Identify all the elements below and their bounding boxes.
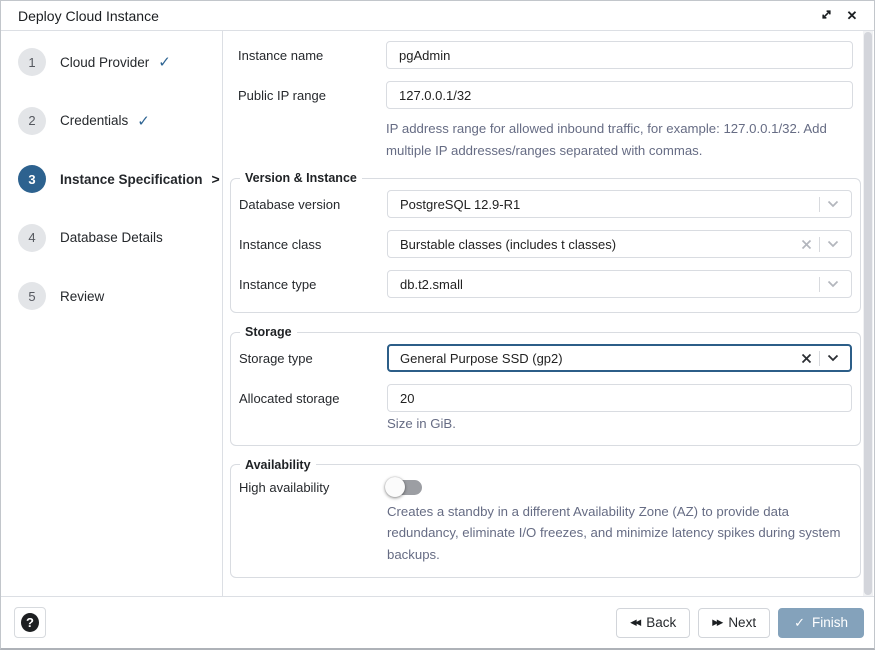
step-label: Database Details	[60, 230, 163, 245]
double-right-arrow-icon: ▶▶	[712, 617, 721, 628]
next-button[interactable]: ▶▶ Next	[698, 608, 770, 638]
deploy-cloud-instance-dialog: Deploy Cloud Instance ✕ 1 Cloud Provider…	[0, 0, 875, 650]
step-number-badge: 5	[18, 282, 46, 310]
allocated-storage-help-text: Size in GiB.	[387, 413, 852, 435]
check-icon: ✓	[137, 112, 150, 130]
toggle-knob	[385, 477, 405, 497]
database-version-value: PostgreSQL 12.9-R1	[400, 197, 804, 212]
step-label: Review	[60, 289, 104, 304]
availability-legend: Availability	[240, 458, 316, 472]
step-database-details[interactable]: 4 Database Details	[1, 209, 222, 268]
check-icon: ✓	[158, 53, 171, 71]
step-credentials[interactable]: 2 Credentials ✓	[1, 92, 222, 151]
step-label: Cloud Provider	[60, 55, 149, 70]
high-availability-help-text: Creates a standby in a different Availab…	[387, 501, 852, 566]
select-adornments	[812, 277, 839, 292]
database-version-select[interactable]: PostgreSQL 12.9-R1	[387, 190, 852, 218]
step-cloud-provider[interactable]: 1 Cloud Provider ✓	[1, 33, 222, 92]
back-button[interactable]: ◀◀ Back	[616, 608, 690, 638]
step-label: Credentials	[60, 113, 128, 128]
version-instance-legend: Version & Instance	[240, 171, 362, 185]
public-ip-range-help-text: IP address range for allowed inbound tra…	[386, 118, 853, 161]
maximize-button[interactable]	[816, 6, 836, 26]
instance-class-select[interactable]: Burstable classes (includes t classes)	[387, 230, 852, 258]
storage-legend: Storage	[240, 325, 297, 339]
step-number-badge: 3	[18, 165, 46, 193]
close-icon: ✕	[847, 8, 858, 24]
instance-name-label: Instance name	[238, 48, 386, 63]
content-scrollbar[interactable]	[863, 31, 873, 598]
clear-icon[interactable]	[801, 353, 812, 364]
instance-type-value: db.t2.small	[400, 277, 804, 292]
divider	[819, 237, 820, 252]
step-number-badge: 2	[18, 107, 46, 135]
chevron-down-icon[interactable]	[827, 240, 839, 248]
help-button[interactable]: ?	[14, 607, 46, 638]
version-instance-fieldset: Version & Instance Database version Post…	[230, 171, 861, 313]
select-adornments	[801, 351, 839, 366]
step-number-badge: 4	[18, 224, 46, 252]
dialog-title: Deploy Cloud Instance	[18, 8, 816, 24]
instance-type-select[interactable]: db.t2.small	[387, 270, 852, 298]
instance-class-label: Instance class	[239, 237, 387, 252]
chevron-down-icon[interactable]	[827, 354, 839, 362]
divider	[819, 197, 820, 212]
high-availability-label: High availability	[239, 480, 387, 495]
dialog-header: Deploy Cloud Instance ✕	[1, 1, 874, 31]
select-adornments	[812, 197, 839, 212]
select-adornments	[801, 237, 839, 252]
finish-button-label: Finish	[812, 615, 848, 630]
instance-type-label: Instance type	[239, 277, 387, 292]
divider	[819, 351, 820, 366]
next-button-label: Next	[728, 615, 756, 630]
close-button[interactable]: ✕	[842, 6, 862, 26]
public-ip-range-label: Public IP range	[238, 88, 386, 103]
allocated-storage-label: Allocated storage	[239, 391, 387, 406]
scrollbar-thumb[interactable]	[864, 32, 872, 595]
step-form-content: Instance name Public IP range IP address…	[223, 31, 874, 598]
storage-type-select[interactable]: General Purpose SSD (gp2)	[387, 344, 852, 372]
help-icon: ?	[21, 613, 39, 632]
check-icon: ✓	[794, 615, 805, 631]
step-number-badge: 1	[18, 48, 46, 76]
step-review[interactable]: 5 Review	[1, 267, 222, 326]
storage-type-value: General Purpose SSD (gp2)	[400, 351, 793, 366]
finish-button[interactable]: ✓ Finish	[778, 608, 864, 638]
dialog-footer: ? ◀◀ Back ▶▶ Next ✓ Finish	[1, 596, 874, 648]
wizard-sidebar: 1 Cloud Provider ✓ 2 Credentials ✓ 3 Ins…	[1, 31, 223, 598]
divider	[819, 277, 820, 292]
allocated-storage-input[interactable]	[387, 384, 852, 412]
instance-name-input[interactable]	[386, 41, 853, 69]
dialog-body: 1 Cloud Provider ✓ 2 Credentials ✓ 3 Ins…	[1, 31, 874, 598]
high-availability-toggle[interactable]	[387, 480, 422, 495]
storage-type-label: Storage type	[239, 351, 387, 366]
maximize-icon	[820, 8, 833, 24]
back-button-label: Back	[646, 615, 676, 630]
instance-class-value: Burstable classes (includes t classes)	[400, 237, 793, 252]
chevron-right-icon: >	[212, 171, 220, 187]
chevron-down-icon[interactable]	[827, 200, 839, 208]
availability-fieldset: Availability High availability Creates a…	[230, 458, 861, 579]
clear-icon[interactable]	[801, 239, 812, 250]
step-instance-specification[interactable]: 3 Instance Specification >	[1, 150, 222, 209]
public-ip-range-input[interactable]	[386, 81, 853, 109]
chevron-down-icon[interactable]	[827, 280, 839, 288]
step-label: Instance Specification	[60, 172, 203, 187]
database-version-label: Database version	[239, 197, 387, 212]
storage-fieldset: Storage Storage type General Purpose SSD…	[230, 325, 861, 446]
double-left-arrow-icon: ◀◀	[630, 617, 639, 628]
